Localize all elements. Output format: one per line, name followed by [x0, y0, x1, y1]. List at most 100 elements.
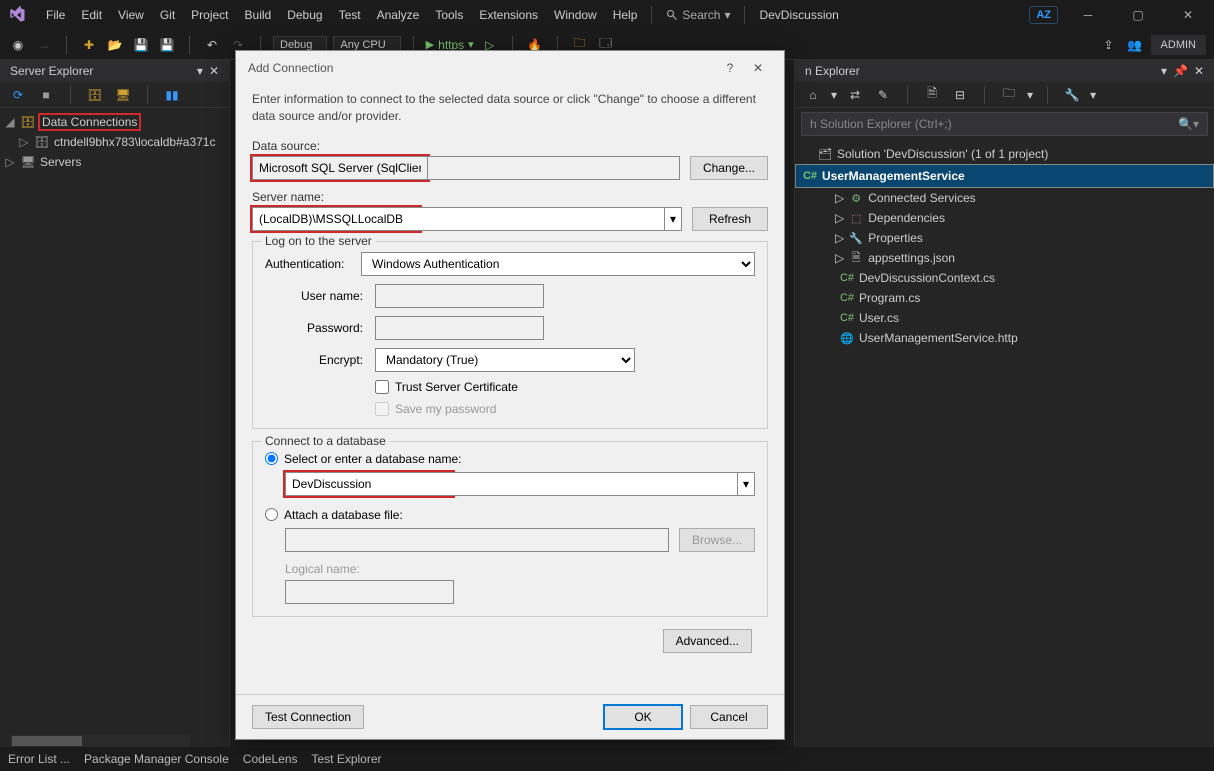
menu-extensions[interactable]: Extensions [471, 4, 546, 26]
tree-node-connection[interactable]: ▷ 🗄 ctndell9bhx783\localdb#a371c [0, 132, 229, 152]
live-share-icon[interactable]: 👥 [1125, 35, 1145, 55]
database-name-dropdown[interactable]: ▾ [737, 472, 755, 496]
connect-db-icon[interactable]: 🗄 [85, 85, 105, 105]
select-db-radio[interactable] [265, 452, 278, 465]
tree-node-data-connections[interactable]: ◢ 🗄 Data Connections [0, 112, 229, 132]
close-icon[interactable]: ✕ [1194, 64, 1204, 78]
list-item[interactable]: ▷⚙Connected Services [795, 188, 1214, 208]
save-all-icon[interactable]: 💾 [157, 35, 177, 55]
chevron-down-icon: ▾ [724, 8, 730, 22]
menu-help[interactable]: Help [605, 4, 646, 26]
server-explorer-title: Server Explorer ▾ ✕ [0, 60, 229, 82]
logon-group-title: Log on to the server [261, 234, 376, 248]
db-conn-icon: 🗄 [34, 134, 50, 150]
status-pmc[interactable]: Package Manager Console [84, 752, 229, 766]
auth-select[interactable]: Windows Authentication [361, 252, 755, 276]
server-name-dropdown[interactable]: ▾ [664, 207, 682, 231]
csproj-icon: C# [802, 168, 818, 184]
pin-icon[interactable]: 📌 [1173, 64, 1188, 78]
select-db-label: Select or enter a database name: [284, 452, 461, 466]
collapse-icon[interactable]: ⊟ [950, 85, 970, 105]
project-node[interactable]: C# UserManagementService [795, 164, 1214, 188]
menu-git[interactable]: Git [152, 4, 183, 26]
undo-icon[interactable]: ↶ [202, 35, 222, 55]
menu-file[interactable]: File [38, 4, 73, 26]
global-search[interactable]: Search ▾ [658, 6, 738, 24]
username-input [375, 284, 544, 308]
nav-back-icon[interactable]: ◉ [8, 35, 28, 55]
account-badge[interactable]: AZ [1029, 6, 1058, 24]
refresh-icon[interactable]: ⟳ [8, 85, 28, 105]
server-explorer-tree: ◢ 🗄 Data Connections ▷ 🗄 ctndell9bhx783\… [0, 108, 229, 176]
close-icon[interactable]: ✕ [209, 64, 219, 78]
ok-button[interactable]: OK [604, 705, 682, 729]
list-item[interactable]: ▷🗎appsettings.json [795, 248, 1214, 268]
menu-debug[interactable]: Debug [279, 4, 330, 26]
list-item[interactable]: C#Program.cs [795, 288, 1214, 308]
menu-edit[interactable]: Edit [73, 4, 110, 26]
cancel-button[interactable]: Cancel [690, 705, 768, 729]
doc-icon[interactable]: 🗎 [922, 85, 942, 105]
solution-search[interactable]: h Solution Explorer (Ctrl+;) 🔍▾ [801, 112, 1208, 136]
list-item[interactable]: ▷⬚Dependencies [795, 208, 1214, 228]
list-item[interactable]: ▷🔧Properties [795, 228, 1214, 248]
database-name-input-ext[interactable] [453, 472, 737, 496]
menu-analyze[interactable]: Analyze [369, 4, 428, 26]
dialog-close-button[interactable]: ✕ [744, 54, 772, 82]
list-item[interactable]: 🌐UserManagementService.http [795, 328, 1214, 348]
status-codelens[interactable]: CodeLens [243, 752, 298, 766]
encrypt-select[interactable]: Mandatory (True) [375, 348, 635, 372]
solution-tree: 🗂 Solution 'DevDiscussion' (1 of 1 proje… [795, 140, 1214, 352]
menu-test[interactable]: Test [331, 4, 369, 26]
tree-node-servers[interactable]: ▷ 🖥 Servers [0, 152, 229, 172]
connect-server-icon[interactable]: 🖥 [113, 85, 133, 105]
dropdown-icon[interactable]: ▾ [1161, 64, 1167, 78]
database-name-input[interactable] [285, 472, 453, 496]
sync-icon[interactable]: ⇄ [845, 85, 865, 105]
save-icon[interactable]: 💾 [131, 35, 151, 55]
minimize-button[interactable]: ─ [1068, 1, 1108, 29]
wrench-icon: 🔧 [848, 230, 864, 246]
status-test-explorer[interactable]: Test Explorer [312, 752, 382, 766]
search-label: Search [682, 8, 720, 22]
pin-icon[interactable]: ▾ [197, 64, 203, 78]
server-explorer-toolbar: ⟳ ■ 🗄 🖥 ▮▮ [0, 82, 229, 108]
home-icon[interactable]: ⌂ [803, 85, 823, 105]
server-name-input[interactable] [252, 207, 420, 231]
menu-tools[interactable]: Tools [427, 4, 471, 26]
properties-icon[interactable]: 🔧 [1062, 85, 1082, 105]
menu-build[interactable]: Build [237, 4, 280, 26]
servers-icon: 🖥 [20, 154, 36, 170]
nav-fwd-icon[interactable]: → [34, 35, 54, 55]
solution-root[interactable]: 🗂 Solution 'DevDiscussion' (1 of 1 proje… [795, 144, 1214, 164]
menu-window[interactable]: Window [546, 4, 605, 26]
status-errorlist[interactable]: Error List ... [8, 752, 70, 766]
vs-logo-icon [6, 4, 28, 26]
menu-project[interactable]: Project [183, 4, 236, 26]
menu-view[interactable]: View [110, 4, 152, 26]
pending-icon[interactable]: ✎ [873, 85, 893, 105]
horizontal-scrollbar-thumb[interactable] [12, 736, 82, 746]
server-name-input-ext[interactable] [420, 207, 664, 231]
maximize-button[interactable]: ▢ [1118, 1, 1158, 29]
list-item[interactable]: C#DevDiscussionContext.cs [795, 268, 1214, 288]
change-button[interactable]: Change... [690, 156, 768, 180]
close-button[interactable]: ✕ [1168, 1, 1208, 29]
list-item[interactable]: C#User.cs [795, 308, 1214, 328]
test-connection-button[interactable]: Test Connection [252, 705, 364, 729]
show-all-icon[interactable]: 🗀 [999, 85, 1019, 105]
advanced-button[interactable]: Advanced... [663, 629, 752, 653]
share-icon[interactable]: ⇪ [1099, 35, 1119, 55]
refresh-button[interactable]: Refresh [692, 207, 768, 231]
separator [651, 6, 652, 24]
azure-icon[interactable]: ▮▮ [162, 85, 182, 105]
new-item-icon[interactable]: ✚ [79, 35, 99, 55]
json-icon: 🗎 [848, 250, 864, 266]
stop-icon[interactable]: ■ [36, 85, 56, 105]
open-icon[interactable]: 📂 [105, 35, 125, 55]
attach-file-radio[interactable] [265, 508, 278, 521]
data-source-field-ext [428, 156, 680, 180]
title-bar: File Edit View Git Project Build Debug T… [0, 0, 1214, 30]
help-button[interactable]: ? [716, 54, 744, 82]
trust-cert-checkbox[interactable] [375, 380, 389, 394]
